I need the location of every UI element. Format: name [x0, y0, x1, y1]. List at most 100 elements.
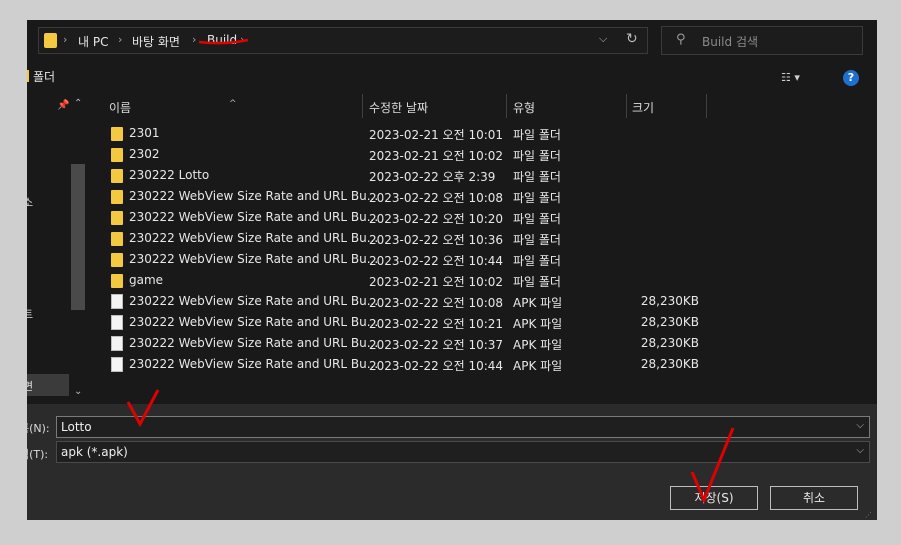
file-modified: 2023-02-21 오전 10:01 — [369, 128, 504, 142]
breadcrumb-build[interactable]: Build — [207, 33, 237, 47]
file-name: 2301 — [129, 126, 160, 140]
file-name: 230222 WebView Size Rate and URL Bu... — [129, 210, 379, 224]
file-modified: 2023-02-21 오전 10:02 — [369, 275, 504, 289]
file-modified: 2023-02-22 오전 10:44 — [369, 359, 504, 373]
file-row[interactable]: 230222 WebView Size Rate and URL Bu... 20… — [89, 249, 877, 270]
scroll-up-icon[interactable]: ⌃ — [74, 98, 82, 109]
file-row[interactable]: 2302 2023-02-21 오전 10:02 파일 폴더 — [89, 144, 877, 165]
breadcrumb-desktop[interactable]: 바탕 화면 — [132, 33, 180, 50]
file-row[interactable]: 230222 WebView Size Rate and URL Bu... 20… — [89, 228, 877, 249]
column-divider[interactable] — [506, 94, 507, 118]
folder-icon — [111, 148, 123, 162]
file-size: 28,230KB — [640, 357, 699, 371]
pin-icon[interactable]: 📌 — [57, 100, 69, 111]
file-modified: 2023-02-22 오전 10:21 — [369, 317, 504, 331]
file-type: 파일 폴더 — [513, 191, 561, 205]
file-type: 파일 폴더 — [513, 233, 561, 247]
column-header-type[interactable]: 유형 — [513, 99, 535, 116]
scroll-down-icon[interactable]: ⌄ — [74, 386, 82, 397]
file-size: 28,230KB — [640, 336, 699, 350]
save-button[interactable]: 저장(S) — [670, 486, 758, 510]
breadcrumb-separator: › — [63, 33, 68, 46]
file-row[interactable]: 230222 WebView Size Rate and URL Bu... 20… — [89, 354, 877, 375]
file-modified: 2023-02-22 오전 10:37 — [369, 338, 504, 352]
folder-icon — [111, 190, 123, 204]
file-name: 230222 WebView Size Rate and URL Bu... — [129, 189, 379, 203]
file-modified: 2023-02-22 오전 10:20 — [369, 212, 504, 226]
file-name: 230222 Lotto — [129, 168, 210, 182]
file-list: ^ 이름 수정한 날짜 유형 크기 2301 2023-02-21 오전 10:0… — [89, 94, 877, 404]
filename-input[interactable]: Lotto ⌵ — [56, 416, 870, 438]
file-type: 파일 폴더 — [513, 149, 561, 163]
nav-item-selected[interactable] — [27, 374, 69, 396]
filetype-value: apk (*.apk) — [61, 445, 128, 459]
file-size: 28,230KB — [640, 315, 699, 329]
file-row[interactable]: 230222 Lotto 2023-02-22 오후 2:39 파일 폴더 — [89, 165, 877, 186]
column-divider[interactable] — [362, 94, 363, 118]
file-icon — [111, 315, 123, 330]
refresh-icon[interactable]: ↻ — [626, 31, 638, 47]
file-type: 파일 폴더 — [513, 254, 561, 268]
search-box[interactable]: ⚲ Build 검색 — [661, 26, 863, 55]
file-name: 2302 — [129, 147, 160, 161]
column-divider[interactable] — [626, 94, 627, 118]
nav-item[interactable]: 면 — [27, 378, 33, 394]
help-icon[interactable]: ? — [843, 70, 859, 86]
file-icon — [111, 294, 123, 309]
new-folder-label: 폴더 — [33, 70, 56, 84]
file-icon — [111, 336, 123, 351]
file-row[interactable]: 230222 WebView Size Rate and URL Bu... 20… — [89, 207, 877, 228]
column-header-size[interactable]: 크기 — [632, 99, 654, 116]
folder-icon — [111, 211, 123, 225]
folder-icon — [44, 33, 57, 48]
chevron-down-icon[interactable]: ⌵ — [856, 420, 864, 431]
file-row[interactable]: game 2023-02-21 오전 10:02 파일 폴더 — [89, 270, 877, 291]
search-placeholder: Build 검색 — [702, 35, 759, 49]
chevron-down-icon[interactable]: ⌵ — [856, 445, 864, 456]
file-type: APK 파일 — [513, 338, 563, 352]
address-bar[interactable]: › 내 PC › 바탕 화면 › Build › ⌵ ↻ — [38, 27, 648, 54]
file-type: APK 파일 — [513, 317, 563, 331]
file-type: APK 파일 — [513, 296, 563, 310]
file-type: 파일 폴더 — [513, 275, 561, 289]
search-icon: ⚲ — [676, 32, 686, 47]
chevron-down-icon[interactable]: ⌵ — [599, 32, 607, 46]
file-name: 230222 WebView Size Rate and URL Bu... — [129, 357, 379, 371]
file-modified: 2023-02-22 오전 10:36 — [369, 233, 504, 247]
file-modified: 2023-02-22 오전 10:44 — [369, 254, 504, 268]
folder-icon — [111, 253, 123, 267]
file-name: 230222 WebView Size Rate and URL Bu... — [129, 315, 379, 329]
column-header-name[interactable]: 이름 — [109, 99, 131, 116]
nav-scrollbar-thumb[interactable] — [71, 164, 85, 310]
file-type: 파일 폴더 — [513, 170, 561, 184]
filetype-select[interactable]: apk (*.apk) ⌵ — [56, 441, 870, 463]
breadcrumb-my-pc[interactable]: 내 PC — [78, 33, 108, 50]
file-row[interactable]: 230222 WebView Size Rate and URL Bu... 20… — [89, 291, 877, 312]
file-row[interactable]: 230222 WebView Size Rate and URL Bu... 20… — [89, 186, 877, 207]
folder-icon — [111, 232, 123, 246]
nav-item[interactable]: 트 — [27, 306, 33, 322]
file-row[interactable]: 230222 WebView Size Rate and URL Bu... 20… — [89, 333, 877, 354]
folder-icon — [111, 274, 123, 288]
view-options-icon[interactable]: ☷ ▾ — [781, 71, 800, 84]
file-name: 230222 WebView Size Rate and URL Bu... — [129, 231, 379, 245]
filename-label: 름(N): — [27, 422, 50, 435]
file-row[interactable]: 230222 WebView Size Rate and URL Bu... 20… — [89, 312, 877, 333]
file-type: APK 파일 — [513, 359, 563, 373]
file-row[interactable]: 2301 2023-02-21 오전 10:01 파일 폴더 — [89, 123, 877, 144]
nav-item[interactable]: 소 — [27, 194, 33, 210]
cancel-button[interactable]: 취소 — [770, 486, 858, 510]
file-size: 28,230KB — [640, 294, 699, 308]
file-modified: 2023-02-22 오전 10:08 — [369, 296, 504, 310]
filetype-label: 식(T): — [27, 448, 49, 461]
file-modified: 2023-02-22 오전 10:08 — [369, 191, 504, 205]
breadcrumb-separator: › — [118, 33, 123, 46]
breadcrumb-separator: › — [240, 33, 245, 46]
column-divider[interactable] — [706, 94, 707, 118]
file-name: 230222 WebView Size Rate and URL Bu... — [129, 294, 379, 308]
file-type: 파일 폴더 — [513, 128, 561, 142]
file-name: 230222 WebView Size Rate and URL Bu... — [129, 336, 379, 350]
column-header-modified[interactable]: 수정한 날짜 — [369, 99, 428, 116]
resize-grip-icon[interactable]: ⋰ — [865, 511, 872, 519]
folder-icon — [27, 70, 29, 82]
